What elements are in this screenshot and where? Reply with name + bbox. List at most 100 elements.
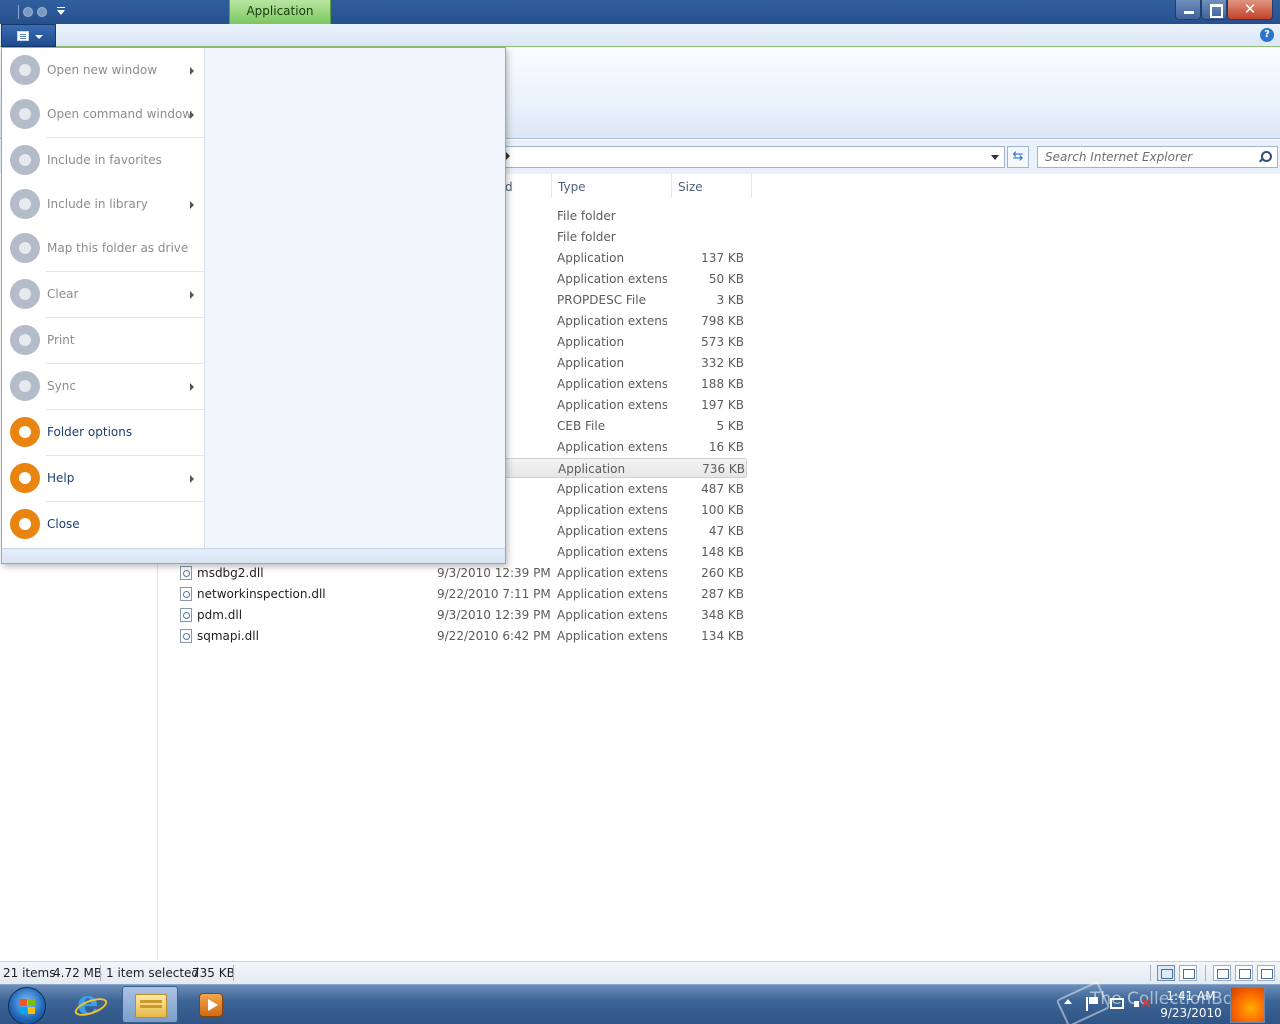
status-bar: 21 items 4.72 MB 1 item selected 735 KB (0, 961, 1280, 984)
menu-item-close[interactable]: Close (2, 502, 204, 546)
volume-muted-icon[interactable] (1134, 995, 1152, 1011)
menu-separator (46, 409, 204, 410)
maximize-button[interactable] (1201, 0, 1227, 20)
menu-item-clear[interactable]: Clear (2, 272, 204, 316)
status-divider (1150, 965, 1151, 981)
taskbar-internet-explorer[interactable] (61, 983, 117, 1023)
status-total-size: 4.72 MB (53, 966, 103, 980)
menu-bullet-icon (10, 371, 40, 401)
qat-properties-icon[interactable] (23, 7, 33, 17)
qat-customize-icon[interactable] (57, 6, 65, 15)
file-size: 332 KB (701, 356, 744, 370)
search-icon[interactable] (1259, 151, 1272, 163)
application-menu-button[interactable] (1, 24, 56, 47)
status-selection: 1 item selected (106, 966, 200, 980)
start-button[interactable] (8, 987, 46, 1024)
menu-item-label: Folder options (47, 425, 133, 439)
file-size: 573 KB (701, 335, 744, 349)
folder-icon (135, 994, 167, 1018)
column-header-type[interactable]: Type (558, 180, 586, 202)
file-type: Application (557, 356, 625, 370)
file-size: 137 KB (701, 251, 744, 265)
column-divider[interactable] (751, 174, 752, 198)
close-button[interactable]: ✕ (1227, 0, 1273, 20)
taskbar-windows-explorer[interactable] (122, 986, 178, 1023)
clock-date[interactable]: 9/23/2010 (1156, 1006, 1226, 1020)
file-type: File folder (557, 209, 616, 223)
file-type: Application extens... (557, 398, 667, 412)
large-icons-view-icon[interactable] (1179, 965, 1197, 981)
file-row[interactable]: networkinspection.dll 9/22/2010 7:11 PM Ap… (177, 584, 747, 604)
column-header-date[interactable]: d (505, 180, 513, 202)
column-divider[interactable] (671, 174, 672, 198)
submenu-arrow-icon (190, 201, 194, 209)
help-icon[interactable]: ? (1260, 28, 1274, 42)
submenu-arrow-icon (190, 383, 194, 391)
refresh-button[interactable]: ⇆ (1007, 146, 1029, 168)
menu-item-label: Close (47, 517, 80, 531)
file-date-modified: 9/3/2010 12:39 PM (437, 608, 551, 622)
ribbon-tab-strip: ? (0, 24, 1280, 47)
file-size: 487 KB (701, 482, 744, 496)
submenu-arrow-icon (190, 475, 194, 483)
file-row[interactable]: sqmapi.dll 9/22/2010 6:42 PM Application e… (177, 626, 747, 646)
taskbar: The CollectionBook 1:41 AM 9/23/2010 (0, 980, 1280, 1024)
taskbar-media-player[interactable] (183, 986, 239, 1023)
menu-item-print[interactable]: Print (2, 318, 204, 362)
menu-bullet-icon (10, 417, 40, 447)
file-row[interactable]: pdm.dll 9/3/2010 12:39 PM Application exte… (177, 605, 747, 625)
file-type: PROPDESC File (557, 293, 646, 307)
show-desktop-button[interactable] (1230, 987, 1265, 1023)
layout-pane-icon[interactable] (1213, 965, 1231, 981)
menu-item-help[interactable]: Help (2, 456, 204, 500)
clock-time[interactable]: 1:41 AM (1156, 989, 1226, 1003)
details-view-icon[interactable] (1157, 965, 1175, 981)
menu-item-open-new-window[interactable]: Open new window (2, 48, 204, 92)
address-history-dropdown-icon[interactable] (991, 155, 999, 160)
address-bar[interactable] (500, 146, 1005, 168)
file-name: networkinspection.dll (197, 587, 326, 601)
file-type: Application extens... (557, 482, 667, 496)
menu-bullet-icon (10, 55, 40, 85)
application-menu: Open new window Open command window Includ… (1, 47, 506, 564)
app-menu-footer (2, 548, 505, 563)
menu-bullet-icon (10, 99, 40, 129)
breadcrumb-chevron-icon[interactable] (506, 152, 510, 160)
title-bar: Application Tools ✕ (0, 0, 1280, 40)
search-box[interactable] (1037, 146, 1278, 168)
menu-item-open-command-window[interactable]: Open command window (2, 92, 204, 136)
menu-item-label: Print (47, 333, 75, 347)
details-pane-icon[interactable] (1235, 965, 1253, 981)
file-type: Application extens... (557, 440, 667, 454)
dll-file-icon (180, 629, 192, 643)
file-row[interactable]: msdbg2.dll 9/3/2010 12:39 PM Application e… (177, 563, 747, 583)
file-type: Application extens... (557, 566, 667, 580)
menu-item-include-in-favorites[interactable]: Include in favorites (2, 138, 204, 182)
menu-item-include-in-library[interactable]: Include in library (2, 182, 204, 226)
contextual-tab-application-tools[interactable]: Application Tools (229, 0, 331, 40)
network-icon[interactable] (1110, 998, 1124, 1009)
status-divider (1205, 965, 1206, 981)
file-type: Application extens... (557, 545, 667, 559)
search-input[interactable] (1038, 147, 1253, 167)
menu-item-folder-options[interactable]: Folder options (2, 410, 204, 454)
column-divider[interactable] (551, 174, 552, 198)
preview-pane-icon[interactable] (1257, 965, 1275, 981)
show-hidden-icons-icon[interactable] (1064, 999, 1072, 1004)
submenu-arrow-icon (190, 67, 194, 75)
minimize-button[interactable] (1175, 0, 1201, 20)
file-date-modified: 9/3/2010 12:39 PM (437, 566, 551, 580)
column-header-size[interactable]: Size (678, 180, 703, 202)
app-menu-icon (17, 31, 29, 41)
submenu-arrow-icon (190, 291, 194, 299)
dll-file-icon (180, 587, 192, 601)
menu-bullet-icon (10, 509, 40, 539)
action-center-flag-icon[interactable] (1086, 997, 1100, 1011)
menu-item-label: Open command window (47, 107, 193, 121)
menu-item-map-this-folder-as-drive[interactable]: Map this folder as drive (2, 226, 204, 270)
file-size: 188 KB (701, 377, 744, 391)
menu-item-label: Sync (47, 379, 76, 393)
menu-item-sync[interactable]: Sync (2, 364, 204, 408)
qat-new-folder-icon[interactable] (37, 7, 47, 17)
file-size: 197 KB (701, 398, 744, 412)
